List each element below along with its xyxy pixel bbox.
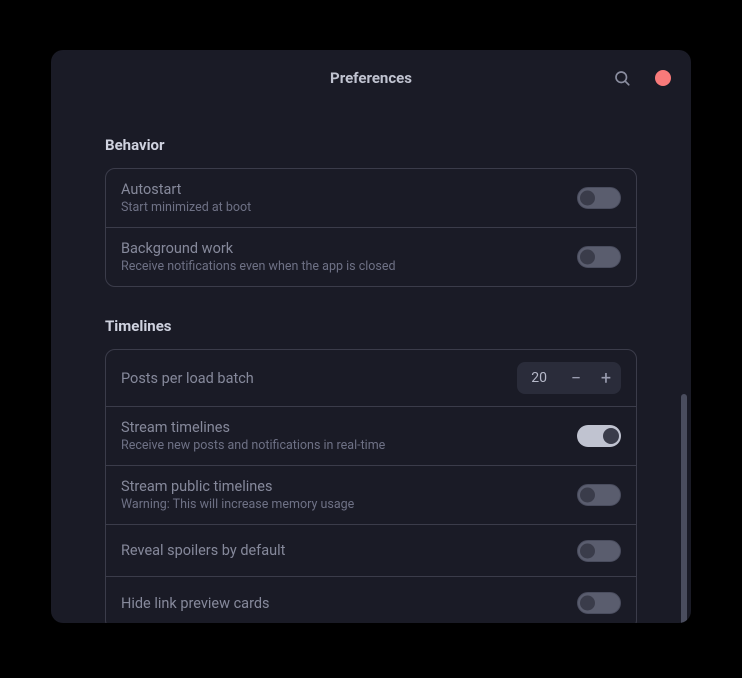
reveal-spoilers-toggle[interactable] bbox=[577, 540, 621, 562]
stream-timelines-toggle[interactable] bbox=[577, 425, 621, 447]
row-text: Background work Receive notifications ev… bbox=[121, 240, 396, 274]
search-icon[interactable] bbox=[613, 69, 631, 87]
row-background-work: Background work Receive notifications ev… bbox=[106, 228, 636, 286]
page-title: Preferences bbox=[330, 69, 412, 87]
group-behavior: Autostart Start minimized at boot Backgr… bbox=[105, 168, 637, 287]
toggle-knob bbox=[580, 191, 595, 206]
toggle-knob bbox=[603, 428, 619, 444]
batch-label: Posts per load batch bbox=[121, 370, 254, 387]
row-text: Autostart Start minimized at boot bbox=[121, 181, 251, 215]
background-sub: Receive notifications even when the app … bbox=[121, 259, 396, 274]
batch-value: 20 bbox=[517, 370, 561, 386]
scrollbar-thumb[interactable] bbox=[681, 394, 687, 623]
section-timelines: Timelines Posts per load batch 20 − + bbox=[105, 317, 637, 623]
preferences-window: Preferences Behavior Autostart Start mi bbox=[51, 50, 691, 623]
section-behavior: Behavior Autostart Start minimized at bo… bbox=[105, 136, 637, 287]
autostart-label: Autostart bbox=[121, 181, 251, 198]
background-work-toggle[interactable] bbox=[577, 246, 621, 268]
batch-increase-button[interactable]: + bbox=[591, 362, 621, 394]
section-title-timelines: Timelines bbox=[105, 317, 637, 335]
autostart-toggle[interactable] bbox=[577, 187, 621, 209]
avatar[interactable] bbox=[655, 70, 671, 86]
row-posts-per-batch: Posts per load batch 20 − + bbox=[106, 350, 636, 407]
row-text: Posts per load batch bbox=[121, 370, 254, 387]
stream-sub: Receive new posts and notifications in r… bbox=[121, 438, 385, 453]
hide-link-label: Hide link preview cards bbox=[121, 595, 270, 612]
row-text: Stream public timelines Warning: This wi… bbox=[121, 478, 354, 512]
row-stream-public: Stream public timelines Warning: This wi… bbox=[106, 466, 636, 525]
row-hide-link-preview: Hide link preview cards bbox=[106, 577, 636, 623]
stream-label: Stream timelines bbox=[121, 419, 385, 436]
header-actions bbox=[613, 69, 671, 87]
content-area: Behavior Autostart Start minimized at bo… bbox=[51, 106, 691, 623]
row-text: Hide link preview cards bbox=[121, 595, 270, 612]
row-reveal-spoilers: Reveal spoilers by default bbox=[106, 525, 636, 577]
batch-decrease-button[interactable]: − bbox=[561, 362, 591, 394]
stream-public-label: Stream public timelines bbox=[121, 478, 354, 495]
hide-link-preview-toggle[interactable] bbox=[577, 592, 621, 614]
row-autostart: Autostart Start minimized at boot bbox=[106, 169, 636, 228]
autostart-sub: Start minimized at boot bbox=[121, 200, 251, 215]
stream-public-toggle[interactable] bbox=[577, 484, 621, 506]
toggle-knob bbox=[580, 543, 595, 558]
toggle-knob bbox=[580, 488, 595, 503]
stream-public-sub: Warning: This will increase memory usage bbox=[121, 497, 354, 512]
header: Preferences bbox=[51, 50, 691, 106]
spoilers-label: Reveal spoilers by default bbox=[121, 542, 285, 559]
section-title-behavior: Behavior bbox=[105, 136, 637, 154]
toggle-knob bbox=[580, 596, 595, 611]
batch-stepper: 20 − + bbox=[517, 362, 621, 394]
row-text: Stream timelines Receive new posts and n… bbox=[121, 419, 385, 453]
row-text: Reveal spoilers by default bbox=[121, 542, 285, 559]
scroll-container: Behavior Autostart Start minimized at bo… bbox=[51, 136, 691, 623]
row-stream-timelines: Stream timelines Receive new posts and n… bbox=[106, 407, 636, 466]
background-label: Background work bbox=[121, 240, 396, 257]
group-timelines: Posts per load batch 20 − + Stream timel… bbox=[105, 349, 637, 623]
toggle-knob bbox=[580, 250, 595, 265]
